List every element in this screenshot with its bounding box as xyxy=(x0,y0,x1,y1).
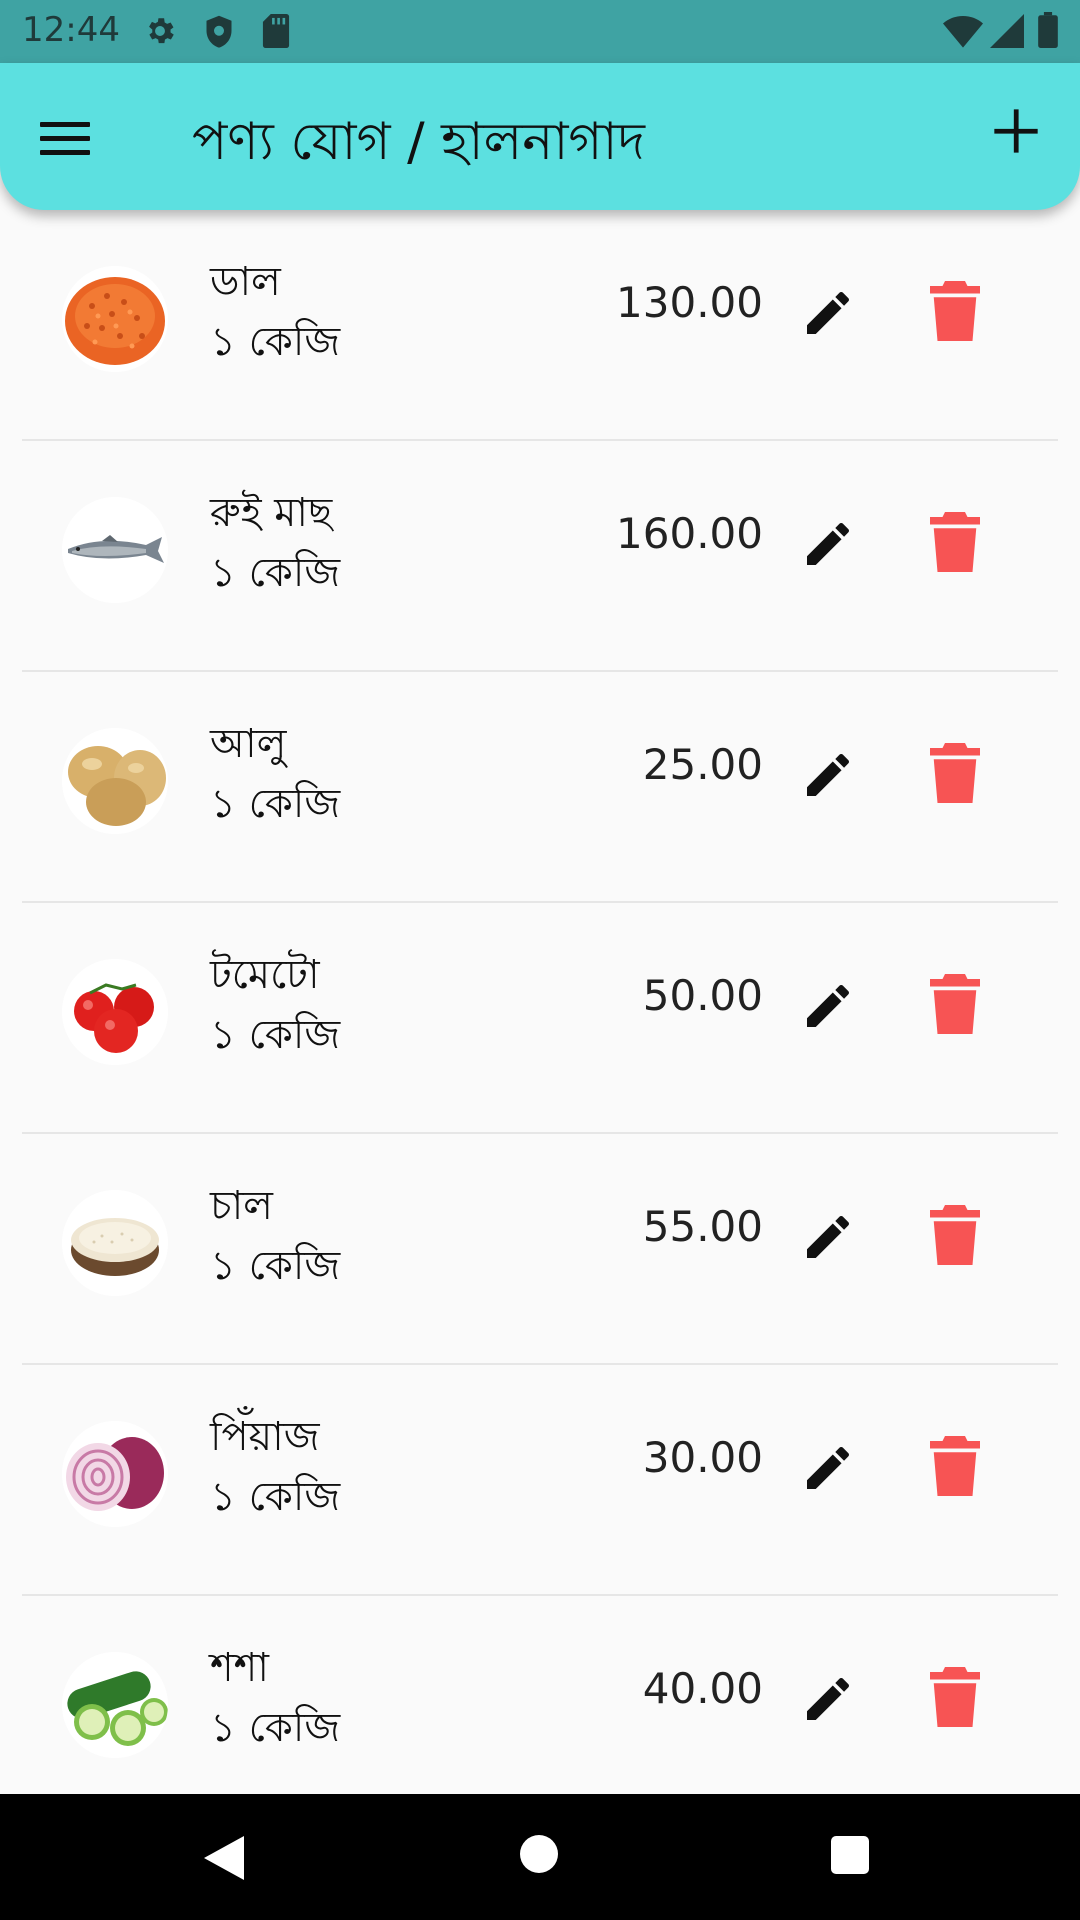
edit-icon[interactable] xyxy=(800,516,856,572)
edit-icon[interactable] xyxy=(800,1209,856,1265)
product-unit: ১ কেজি xyxy=(210,1474,341,1520)
product-price: 25.00 xyxy=(642,740,763,789)
gear-icon xyxy=(149,18,174,44)
battery-icon xyxy=(1038,12,1058,48)
back-icon[interactable] xyxy=(204,1836,244,1880)
product-unit: ১ কেজি xyxy=(210,1705,341,1751)
delete-icon[interactable] xyxy=(930,1667,980,1727)
status-time: 12:44 xyxy=(22,10,120,50)
product-name: পিঁয়াজ xyxy=(210,1414,320,1460)
fish-image xyxy=(62,497,168,603)
product-name: রুই মাছ xyxy=(210,490,333,536)
lentils-image xyxy=(62,266,168,372)
product-unit: ১ কেজি xyxy=(210,550,341,596)
delete-icon[interactable] xyxy=(930,1205,980,1265)
sd-card-icon xyxy=(262,14,290,48)
list-item[interactable]: চাল ১ কেজি 55.00 xyxy=(0,1134,1080,1365)
product-unit: ১ কেজি xyxy=(210,1012,341,1058)
signal-icon xyxy=(990,14,1024,48)
list-item[interactable]: আলু ১ কেজি 25.00 xyxy=(0,672,1080,903)
delete-icon[interactable] xyxy=(930,281,980,341)
edit-icon[interactable] xyxy=(800,747,856,803)
product-name: ডাল xyxy=(210,259,281,305)
product-unit: ১ কেজি xyxy=(210,319,341,365)
product-unit: ১ কেজি xyxy=(210,1243,341,1289)
edit-icon[interactable] xyxy=(800,978,856,1034)
delete-icon[interactable] xyxy=(930,743,980,803)
list-item[interactable]: পিঁয়াজ ১ কেজি 30.00 xyxy=(0,1365,1080,1596)
product-name: আলু xyxy=(210,721,287,767)
add-icon[interactable] xyxy=(990,105,1042,157)
delete-icon[interactable] xyxy=(930,974,980,1034)
rice-image xyxy=(62,1190,168,1296)
delete-icon[interactable] xyxy=(930,512,980,572)
product-name: চাল xyxy=(210,1183,273,1229)
edit-icon[interactable] xyxy=(800,1440,856,1496)
page-title: পণ্য যোগ / হালনাগাদ xyxy=(192,112,645,172)
potato-image xyxy=(62,728,168,834)
product-price: 30.00 xyxy=(642,1433,763,1482)
menu-line xyxy=(40,149,90,155)
recents-icon[interactable] xyxy=(831,1836,869,1874)
wifi-icon xyxy=(943,16,983,48)
edit-icon[interactable] xyxy=(800,285,856,341)
product-price: 160.00 xyxy=(616,509,763,558)
list-item[interactable]: ডাল ১ কেজি 130.00 xyxy=(0,210,1080,441)
status-bar: 12:44 xyxy=(0,0,1080,63)
list-item[interactable]: শশা ১ কেজি 40.00 xyxy=(0,1596,1080,1827)
navigation-bar xyxy=(0,1794,1080,1920)
onion-image xyxy=(62,1421,168,1527)
product-price: 50.00 xyxy=(642,971,763,1020)
delete-icon[interactable] xyxy=(930,1436,980,1496)
home-icon[interactable] xyxy=(520,1835,558,1873)
product-name: শশা xyxy=(210,1645,269,1691)
product-price: 55.00 xyxy=(642,1202,763,1251)
menu-icon[interactable] xyxy=(40,111,94,165)
product-name: টমেটো xyxy=(210,952,320,998)
edit-icon[interactable] xyxy=(800,1671,856,1727)
tomato-image xyxy=(62,959,168,1065)
list-item[interactable]: টমেটো ১ কেজি 50.00 xyxy=(0,903,1080,1134)
menu-line xyxy=(40,121,90,127)
product-price: 40.00 xyxy=(642,1664,763,1713)
cucumber-image xyxy=(62,1652,168,1758)
menu-line xyxy=(40,135,90,141)
product-price: 130.00 xyxy=(616,278,763,327)
app-bar: পণ্য যোগ / হালনাগাদ xyxy=(0,63,1080,210)
product-unit: ১ কেজি xyxy=(210,781,341,827)
shield-icon xyxy=(206,15,232,48)
list-item[interactable]: রুই মাছ ১ কেজি 160.00 xyxy=(0,441,1080,672)
